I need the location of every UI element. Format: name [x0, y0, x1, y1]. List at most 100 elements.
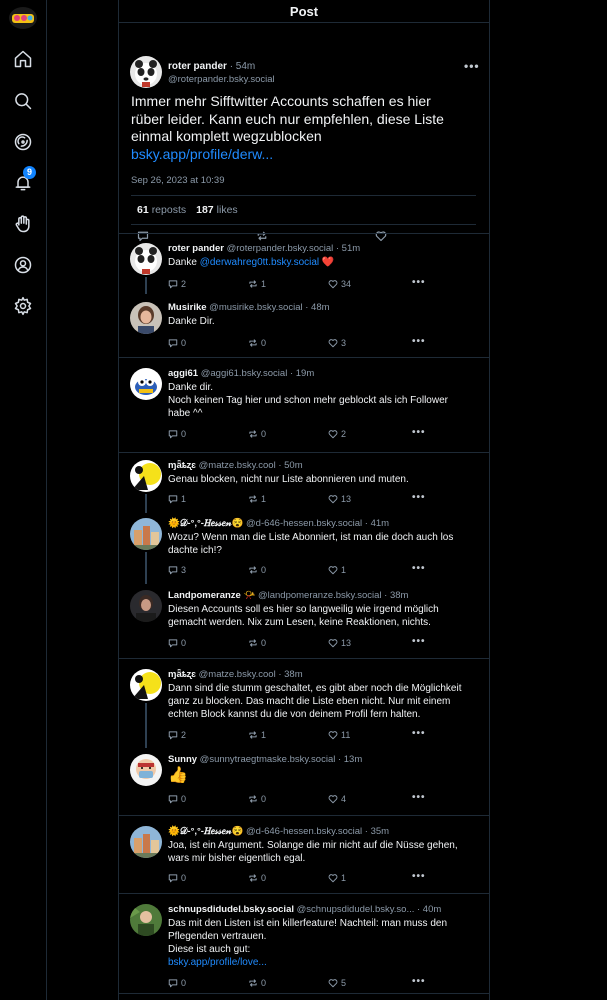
reply-author-name[interactable]: schnupsdidudel.bsky.social	[168, 904, 294, 915]
repost-button[interactable]: 0	[248, 429, 266, 439]
reply-icon[interactable]	[137, 230, 149, 242]
repost-button[interactable]: 0	[248, 978, 266, 988]
repost-button[interactable]: 0	[248, 565, 266, 575]
like-button[interactable]: 3	[328, 338, 346, 348]
author-handle[interactable]: @roterpander.bsky.social	[168, 74, 275, 85]
reply-handle-time[interactable]: @sunnytraegtmaske.bsky.social · 13m	[197, 754, 363, 765]
post-more-options-icon[interactable]: •••	[464, 59, 480, 73]
reply-post[interactable]: aggi61 @aggi61.bsky.social · 19m Danke di…	[119, 357, 489, 439]
reply-handle-time[interactable]: @aggi61.bsky.social · 19m	[198, 368, 315, 379]
reposts-label[interactable]: reposts	[152, 204, 186, 216]
like-heart-icon[interactable]	[375, 230, 387, 242]
like-button[interactable]: 2	[328, 429, 346, 439]
reply-button[interactable]: 0	[168, 429, 186, 439]
like-button[interactable]: 13	[328, 638, 351, 648]
author-avatar[interactable]	[130, 56, 162, 88]
home-icon[interactable]	[12, 48, 34, 70]
reply-button[interactable]: 1	[168, 494, 186, 504]
reply-post[interactable]: schnupsdidudel.bsky.social @schnupsdidud…	[119, 893, 489, 988]
reply-more-options-icon[interactable]: •••	[412, 871, 426, 882]
reply-author-name[interactable]: ɱǟȶʐɛ	[168, 669, 196, 680]
reply-author-name[interactable]: Landpomeranze 📯	[168, 590, 255, 601]
repost-button[interactable]: 0	[248, 873, 266, 883]
reply-more-options-icon[interactable]: •••	[412, 277, 426, 288]
reply-avatar[interactable]	[130, 368, 162, 400]
like-button[interactable]: 11	[328, 730, 350, 740]
reply-author-name[interactable]: Musirike	[168, 302, 207, 313]
reply-handle-time[interactable]: @musirike.bsky.social · 48m	[207, 302, 329, 313]
reply-button[interactable]: 0	[168, 338, 186, 348]
reply-post[interactable]: ɱǟȶʐɛ @matze.bsky.cool · 50m Genau blocke…	[119, 452, 489, 513]
reply-more-options-icon[interactable]: •••	[412, 792, 426, 803]
reply-avatar[interactable]	[130, 302, 162, 334]
reply-more-options-icon[interactable]: •••	[412, 728, 426, 739]
like-button[interactable]: 13	[328, 494, 351, 504]
reply-avatar[interactable]	[130, 754, 162, 786]
reply-author-name[interactable]: ɱǟȶʐɛ	[168, 460, 196, 471]
reply-post[interactable]: 🌞𝒟-°,°-𝐻𝑒𝓈𝓈𝑒𝓃😵 @d-646-hessen.bsky.social…	[119, 815, 489, 883]
notifications-bell-icon[interactable]: 9	[12, 166, 36, 194]
reply-avatar[interactable]	[130, 904, 162, 936]
like-button[interactable]: 5	[328, 978, 346, 988]
like-button[interactable]: 34	[328, 279, 351, 289]
like-button[interactable]: 1	[328, 565, 346, 575]
app-logo-icon[interactable]	[8, 5, 38, 31]
reply-button[interactable]: 0	[168, 638, 186, 648]
repost-button[interactable]: 0	[248, 794, 266, 804]
reply-author-name[interactable]: aggi61	[168, 368, 198, 379]
repost-button[interactable]: 1	[248, 730, 266, 740]
reply-avatar[interactable]	[130, 460, 162, 492]
repost-icon[interactable]	[256, 230, 268, 242]
post-link[interactable]: bsky.app/profile/derw...	[131, 146, 476, 164]
reply-author-name[interactable]: 🌞𝒟-°,°-𝐻𝑒𝓈𝓈𝑒𝓃😵	[168, 518, 243, 529]
repost-button[interactable]: 1	[248, 279, 266, 289]
mention-link[interactable]: @derwahreg0tt.bsky.social	[200, 257, 319, 268]
reply-post[interactable]: roter pander @roterpander.bsky.social · …	[119, 233, 489, 294]
reply-icon	[168, 565, 178, 575]
reposts-count[interactable]: 61	[137, 204, 149, 216]
reply-handle-time[interactable]: @d-646-hessen.bsky.social · 41m	[243, 518, 389, 529]
reply-more-options-icon[interactable]: •••	[412, 492, 426, 503]
feeds-icon[interactable]	[12, 131, 34, 153]
moderation-hand-icon[interactable]	[12, 213, 34, 235]
likes-count[interactable]: 187	[196, 204, 214, 216]
reply-button[interactable]: 2	[168, 730, 186, 740]
reply-handle-time[interactable]: @schnupsdidudel.bsky.so... · 40m	[294, 904, 442, 915]
reply-more-options-icon[interactable]: •••	[412, 563, 426, 574]
reply-author-name[interactable]: Sunny	[168, 754, 197, 765]
reply-button[interactable]: 0	[168, 794, 186, 804]
reply-author-name[interactable]: 🌞𝒟-°,°-𝐻𝑒𝓈𝓈𝑒𝓃😵	[168, 826, 243, 837]
profile-icon[interactable]	[12, 254, 34, 276]
search-icon[interactable]	[12, 90, 34, 112]
reply-handle-time[interactable]: @roterpander.bsky.social · 51m	[224, 243, 361, 254]
settings-gear-icon[interactable]	[12, 295, 34, 317]
reply-handle-time[interactable]: @landpomeranze.bsky.social · 38m	[255, 590, 408, 601]
reply-avatar[interactable]	[130, 243, 162, 275]
reply-button[interactable]: 0	[168, 978, 186, 988]
reply-avatar[interactable]	[130, 518, 162, 550]
reply-handle-time[interactable]: @matze.bsky.cool · 38m	[196, 669, 303, 680]
reply-more-options-icon[interactable]: •••	[412, 336, 426, 347]
repost-button[interactable]: 1	[248, 494, 266, 504]
like-button[interactable]: 4	[328, 794, 346, 804]
reply-more-options-icon[interactable]: •••	[412, 636, 426, 647]
reply-avatar[interactable]	[130, 826, 162, 858]
reply-avatar[interactable]	[130, 590, 162, 622]
reply-author-name[interactable]: roter pander	[168, 243, 224, 254]
likes-label[interactable]: likes	[217, 204, 238, 216]
reply-header: 🌞𝒟-°,°-𝐻𝑒𝓈𝓈𝑒𝓃😵 @d-646-hessen.bsky.social…	[168, 518, 389, 529]
repost-button[interactable]: 0	[248, 638, 266, 648]
like-button[interactable]: 1	[328, 873, 346, 883]
reply-more-options-icon[interactable]: •••	[412, 976, 426, 987]
reply-post[interactable]: ɱǟȶʐɛ @matze.bsky.cool · 38m Dann sind di…	[119, 658, 489, 748]
reply-button[interactable]: 0	[168, 873, 186, 883]
author-name[interactable]: roter pander · 54m	[168, 61, 255, 72]
reply-handle-time[interactable]: @matze.bsky.cool · 50m	[196, 460, 303, 471]
reply-button[interactable]: 3	[168, 565, 186, 575]
reply-more-options-icon[interactable]: •••	[412, 427, 426, 438]
repost-button[interactable]: 0	[248, 338, 266, 348]
reply-link[interactable]: bsky.app/profile/love...	[168, 956, 468, 969]
reply-handle-time[interactable]: @d-646-hessen.bsky.social · 35m	[243, 826, 389, 837]
reply-avatar[interactable]	[130, 669, 162, 701]
reply-button[interactable]: 2	[168, 279, 186, 289]
